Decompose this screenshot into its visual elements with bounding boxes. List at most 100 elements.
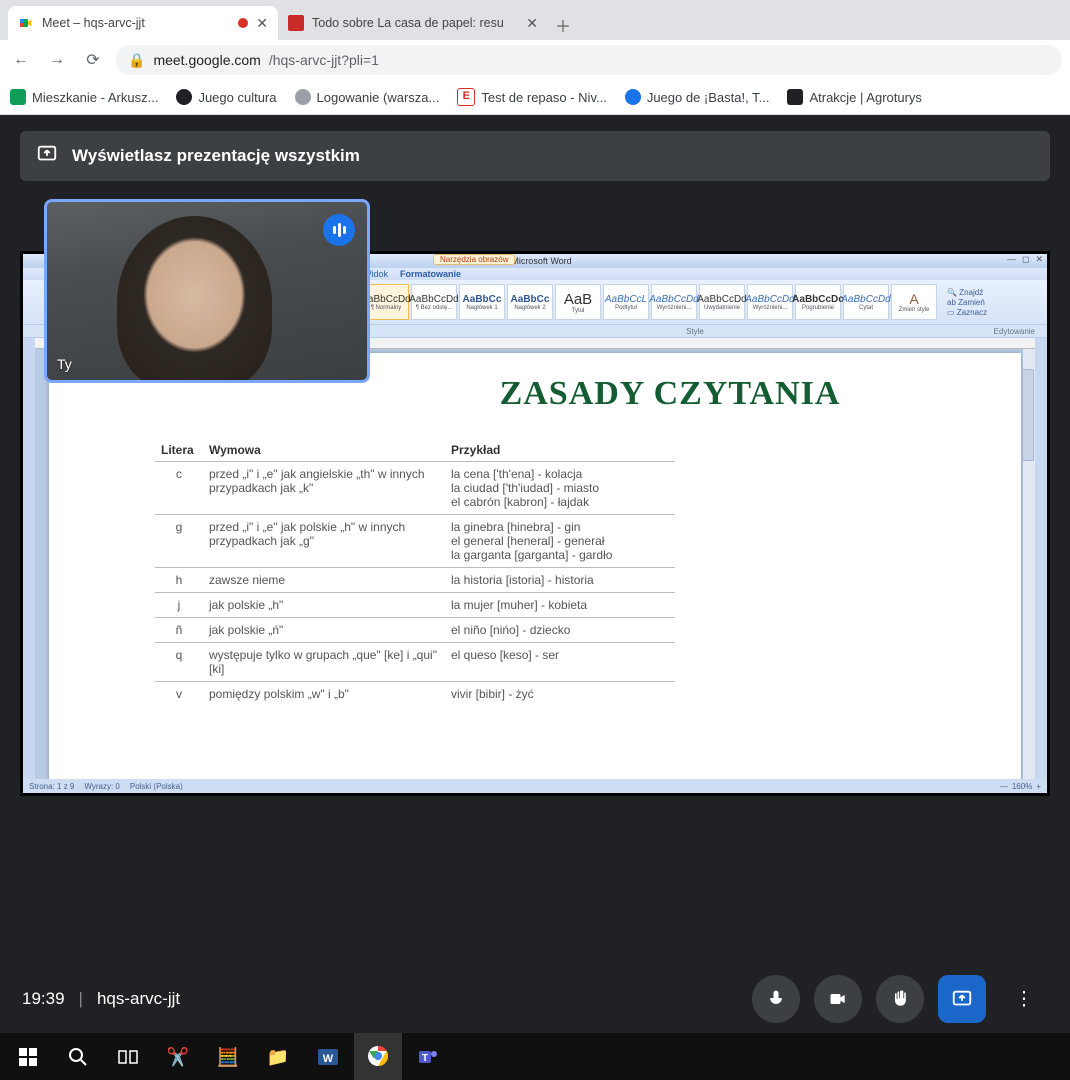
col-wymowa: Wymowa [203,439,445,462]
bookmark-icon [787,89,803,105]
app-teams[interactable]: T [404,1033,452,1080]
style-swatch[interactable]: AaBbCcDcPogrubienie [795,284,841,320]
svg-text:W: W [323,1053,334,1065]
meet-bottom-bar: 19:39 | hqs-arvc-jjt ⋮ [0,965,1070,1033]
svg-text:T: T [422,1053,428,1064]
bookmark[interactable]: Juego de ¡Basta!, T... [625,89,770,105]
cell-letter: c [155,462,203,515]
search-button[interactable] [54,1033,102,1080]
meeting-code: hqs-arvc-jjt [97,989,180,1009]
group-style: Style [686,327,704,336]
table-row: ñjak polskie „ń"el niño [nińo] - dziecko [155,618,675,643]
style-swatch[interactable]: AaBbCcNagłówek 1 [459,284,505,320]
close-icon[interactable]: ✕ [1035,254,1043,265]
style-swatch[interactable]: AaBbCcNagłówek 2 [507,284,553,320]
style-swatch[interactable]: AaBbCcDd¶ Bez odstę... [411,284,457,320]
bookmark[interactable]: Atrakcje | Agroturys [787,89,921,105]
style-swatch[interactable]: AaBbCcDdCytat [843,284,889,320]
bookmarks-bar: Mieszkanie - Arkusz... Juego cultura Log… [0,80,1070,115]
close-tab-icon[interactable]: ✕ [256,15,268,32]
scrollbar-thumb[interactable] [1022,369,1034,461]
cell-wymowa: przed „i" i „e" jak polskie „h" w innych… [203,515,445,568]
style-swatch[interactable]: AaBbCcDdWyróżnieni... [747,284,793,320]
stage: Ty Narzędzia obrazów 1 - Microsoft Word … [0,181,1070,965]
bookmark[interactable]: ETest de repaso - Niv... [457,88,606,106]
browser-tabstrip: Meet – hqs-arvc-jjt ✕ Todo sobre La casa… [0,0,1070,40]
app-chrome[interactable] [354,1032,402,1080]
app-explorer[interactable]: 📁 [254,1033,302,1080]
bookmark-icon [625,89,641,105]
cell-przyklad: la ginebra [hinebra] - ginel general [he… [445,515,675,568]
new-tab-button[interactable]: ＋ [548,10,578,40]
camera-button[interactable] [814,975,862,1023]
bookmark[interactable]: Logowanie (warsza... [295,89,440,105]
editing-group: 🔍 Znajdźab Zamień▭ Zaznacz [947,288,987,317]
task-view-button[interactable] [104,1033,152,1080]
table-row: hzawsze niemela historia [istoria] - his… [155,568,675,593]
bookmark[interactable]: Mieszkanie - Arkusz... [10,89,158,105]
word-statusbar: Strona: 1 z 9 Wyrazy: 0 Polski (Polska) … [23,779,1047,793]
document-viewport: ZASADY CZYTANIA Litera Wymowa Przykład c… [35,349,1035,787]
style-swatch[interactable]: AaBbCcDdWyróżnieni... [651,284,697,320]
cell-wymowa: jak polskie „ń" [203,618,445,643]
select-button[interactable]: ▭ Zaznacz [947,308,987,317]
find-button[interactable]: 🔍 Znajdź [947,288,987,297]
cell-letter: ñ [155,618,203,643]
zoom-in-icon[interactable]: + [1036,782,1041,791]
word-count[interactable]: Wyrazy: 0 [84,782,120,791]
style-swatch[interactable]: AaBTytuł [555,284,601,320]
cell-przyklad: vivir [bibir] - żyć [445,682,675,707]
window-buttons[interactable]: — ◻ ✕ [1007,254,1043,265]
close-tab-icon[interactable]: ✕ [526,15,538,32]
self-view-tile[interactable]: Ty [44,199,370,383]
bookmark[interactable]: Juego cultura [176,89,276,105]
zoom-out-icon[interactable]: — [1000,782,1008,791]
raise-hand-button[interactable] [876,975,924,1023]
tab-other[interactable]: Todo sobre La casa de papel: resu ✕ [278,6,548,40]
vertical-scrollbar[interactable] [1023,349,1035,787]
speaking-indicator-icon [323,214,355,246]
cell-przyklad: el queso [keso] - ser [445,643,675,682]
app-snip[interactable]: ✂️ [154,1033,202,1080]
rules-table: Litera Wymowa Przykład cprzed „i" i „e" … [155,439,675,706]
windows-taskbar: ✂️ 🧮 📁 W T [0,1033,1070,1080]
tab-meet[interactable]: Meet – hqs-arvc-jjt ✕ [8,6,278,40]
change-styles-button[interactable]: AZmień style [891,284,937,320]
separator: | [79,989,83,1009]
back-button[interactable]: ← [8,47,34,73]
start-button[interactable] [4,1033,52,1080]
language[interactable]: Polski (Polska) [130,782,183,791]
browser-toolbar: ← → ⟳ 🔒 meet.google.com/hqs-arvc-jjt?pli… [0,40,1070,80]
cell-letter: j [155,593,203,618]
cell-letter: v [155,682,203,707]
minimize-icon[interactable]: — [1007,254,1016,265]
banner-text: Wyświetlasz prezentację wszystkim [72,146,360,166]
reload-button[interactable]: ⟳ [80,47,106,73]
page-count[interactable]: Strona: 1 z 9 [29,782,74,791]
cell-wymowa: zawsze nieme [203,568,445,593]
present-button[interactable] [938,975,986,1023]
cell-wymowa: jak polskie „h" [203,593,445,618]
style-swatch[interactable]: AaBbCcDdUwydatnienie [699,284,745,320]
page: ZASADY CZYTANIA Litera Wymowa Przykład c… [49,353,1021,787]
bookmark-icon [10,89,26,105]
table-row: jjak polskie „h"la mujer [muher] - kobie… [155,593,675,618]
replace-button[interactable]: ab Zamień [947,298,987,307]
bookmark-icon [176,89,192,105]
forward-button[interactable]: → [44,47,70,73]
more-options-button[interactable]: ⋮ [1000,975,1048,1023]
cell-wymowa: występuje tylko w grupach „que" [ke] i „… [203,643,445,682]
microphone-button[interactable] [752,975,800,1023]
cell-przyklad: la mujer [muher] - kobieta [445,593,675,618]
address-bar[interactable]: 🔒 meet.google.com/hqs-arvc-jjt?pli=1 [116,45,1062,75]
ribbon-tab-active[interactable]: Formatowanie [400,269,461,279]
maximize-icon[interactable]: ◻ [1022,254,1029,265]
cell-przyklad: la historia [istoria] - historia [445,568,675,593]
style-swatch[interactable]: AaBbCcLPodtytuł [603,284,649,320]
presentation-banner: Wyświetlasz prezentację wszystkim [20,131,1050,181]
zoom-level: 160% [1012,782,1032,791]
col-litera: Litera [155,439,203,462]
cell-letter: g [155,515,203,568]
app-calculator[interactable]: 🧮 [204,1033,252,1080]
app-word[interactable]: W [304,1033,352,1080]
